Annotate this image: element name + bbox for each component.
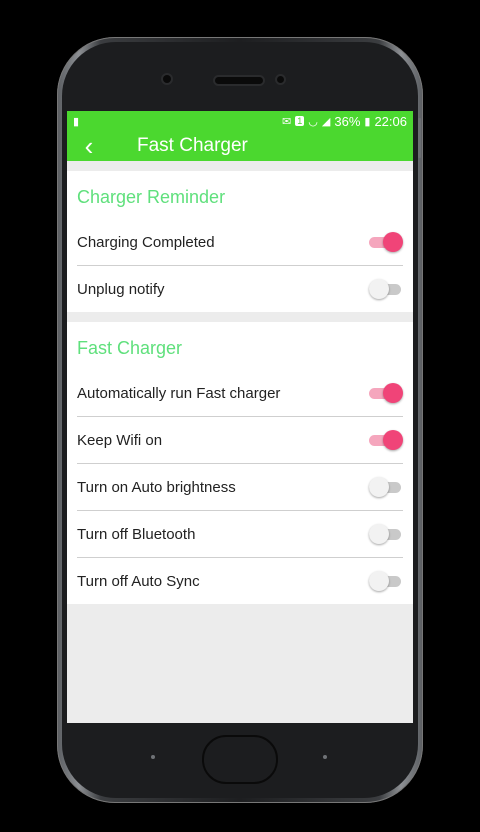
status-right: ✉ 1 ◡ ◢ 36% ▮ 22:06 [282,114,407,129]
page-title: Fast Charger [137,135,248,156]
setting-row[interactable]: Unplug notify [77,266,403,312]
notification-icon: ✉ [282,115,292,128]
screen: ▮ ✉ 1 ◡ ◢ 36% ▮ 22:06 ‹ Fast Charger Cha… [67,111,413,723]
earpiece-speaker [215,77,263,84]
battery-icon: ▮ [364,115,371,128]
home-button[interactable] [202,735,278,784]
section-title: Charger Reminder [77,187,226,207]
switch-thumb [383,383,403,403]
setting-label: Turn on Auto brightness [77,478,236,496]
signal-icon-2: ◢ [321,115,331,128]
toggle-switch[interactable] [369,430,403,450]
clock: 22:06 [374,113,407,129]
setting-label: Charging Completed [77,233,215,251]
app-bar: ‹ Fast Charger [67,131,413,161]
toggle-switch[interactable] [369,232,403,252]
toggle-switch[interactable] [369,477,403,497]
toggle-switch[interactable] [369,279,403,299]
switch-thumb [383,232,403,252]
menu-key-dot[interactable] [323,755,327,759]
signal-icon: ◡ [308,115,318,128]
front-camera [163,75,171,83]
setting-row[interactable]: Turn on Auto brightness [77,464,403,511]
back-arrow-icon[interactable]: ‹ [67,131,111,161]
back-key-dot[interactable] [151,755,155,759]
toggle-switch[interactable] [369,571,403,591]
setting-row[interactable]: Turn off Auto Sync [77,558,403,604]
switch-thumb [369,571,389,591]
settings-section: Fast Charger Automatically run Fast charg… [67,322,413,604]
settings-list: Charger Reminder Charging Completed Unplug… [67,171,413,604]
sim-card-icon: 1 [295,116,305,126]
setting-row[interactable]: Turn off Bluetooth [77,511,403,558]
switch-thumb [369,477,389,497]
switch-thumb [369,524,389,544]
sim-icon: ▮ [73,115,80,128]
setting-row[interactable]: Keep Wifi on [77,417,403,464]
setting-label: Turn off Auto Sync [77,572,200,590]
settings-section: Charger Reminder Charging Completed Unplug… [67,171,413,312]
section-title: Fast Charger [77,338,183,358]
battery-percent: 36% [334,113,361,129]
setting-row[interactable]: Automatically run Fast charger [77,370,403,417]
proximity-sensor [277,76,284,83]
status-bar: ▮ ✉ 1 ◡ ◢ 36% ▮ 22:06 [67,111,413,131]
setting-label: Automatically run Fast charger [77,384,281,402]
setting-label: Unplug notify [77,280,165,298]
setting-row[interactable]: Charging Completed [77,219,403,266]
switch-thumb [383,430,403,450]
setting-label: Turn off Bluetooth [77,525,196,543]
switch-thumb [369,279,389,299]
toggle-switch[interactable] [369,524,403,544]
setting-label: Keep Wifi on [77,431,163,449]
volume-button [418,118,421,158]
toggle-switch[interactable] [369,383,403,403]
